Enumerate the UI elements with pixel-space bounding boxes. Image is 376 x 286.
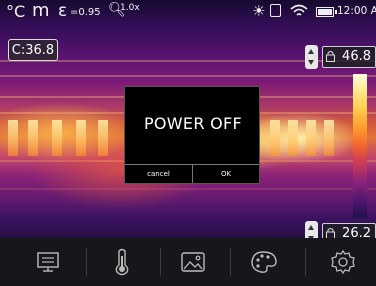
power-off-dialog: POWER OFF cancel OK xyxy=(124,86,260,184)
ok-button[interactable]: OK xyxy=(193,165,259,183)
center-temperature-readout: C:36.8 xyxy=(8,39,58,61)
toolbar-divider xyxy=(86,248,87,276)
zoom-level: 1.0x xyxy=(120,3,140,13)
thermal-camera-screen: °C m ε =0.95 🔍︎ 1.0x ☀ 12:00 A C:36.8 46… xyxy=(0,0,376,286)
dialog-message: POWER OFF xyxy=(143,114,243,133)
battery-icon xyxy=(316,7,337,17)
settings-gear-icon[interactable] xyxy=(326,246,360,278)
status-bar: °C m ε =0.95 🔍︎ 1.0x ☀ 12:00 A xyxy=(0,0,376,24)
palette-icon[interactable] xyxy=(247,246,281,278)
thermometer-icon[interactable] xyxy=(105,246,139,278)
sun-icon: ☀ xyxy=(252,2,266,20)
bottom-toolbar xyxy=(0,238,376,286)
toolbar-divider xyxy=(230,248,231,276)
emissivity-value: =0.95 xyxy=(70,7,101,18)
measure-mode: m xyxy=(32,0,50,21)
max-temp-adjust-button[interactable] xyxy=(305,45,318,69)
lock-icon xyxy=(326,51,335,62)
cancel-button[interactable]: cancel xyxy=(125,165,192,183)
temperature-unit: °C xyxy=(6,2,26,21)
scale-max-box[interactable]: 46.8 xyxy=(322,46,376,68)
wifi-icon xyxy=(289,3,309,22)
sd-card-icon xyxy=(270,4,281,17)
toolbar-divider xyxy=(305,248,306,276)
display-icon[interactable] xyxy=(31,246,65,278)
clock: 12:00 A xyxy=(337,5,376,17)
emissivity-symbol: ε xyxy=(58,1,68,21)
temperature-color-scale xyxy=(353,74,367,218)
toolbar-divider xyxy=(160,248,161,276)
image-gallery-icon[interactable] xyxy=(176,246,210,278)
scale-max-value: 46.8 xyxy=(342,49,371,64)
